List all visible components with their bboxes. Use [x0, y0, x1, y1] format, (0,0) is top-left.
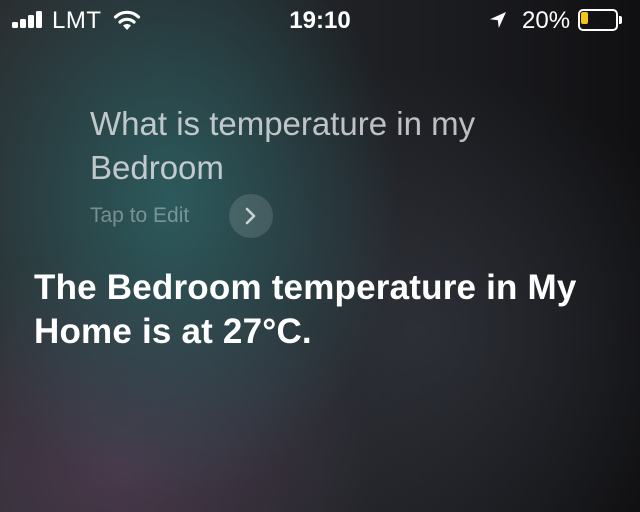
battery-percentage: 20% — [522, 7, 571, 34]
chevron-right-icon — [245, 207, 256, 225]
status-bar: LMT 19:10 20% — [0, 0, 640, 40]
battery-level-fill — [581, 12, 588, 24]
edit-query-button[interactable] — [229, 194, 273, 238]
siri-screen: LMT 19:10 20% What is temperature in my … — [0, 0, 640, 512]
battery-icon — [578, 9, 622, 31]
siri-query-text[interactable]: What is temperature in my Bedroom — [90, 102, 560, 190]
tap-to-edit-label[interactable]: Tap to Edit — [90, 203, 189, 229]
siri-response-text: The Bedroom temperature in My Home is at… — [34, 268, 577, 351]
location-arrow-icon — [490, 12, 506, 28]
